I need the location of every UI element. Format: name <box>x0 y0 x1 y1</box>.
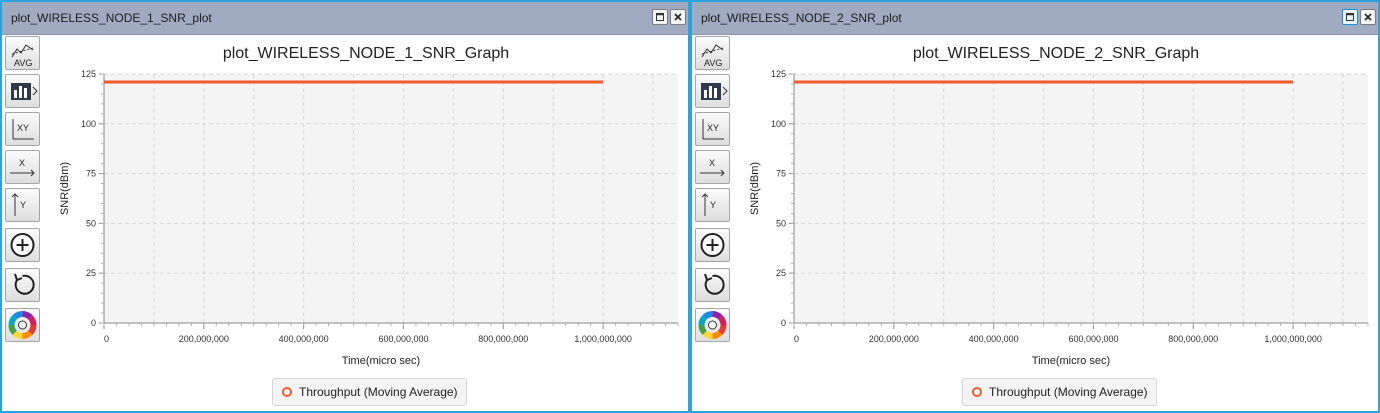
xy-axis-button[interactable]: XY <box>695 112 730 146</box>
plot-area <box>794 74 1368 323</box>
avg-icon: AVG <box>701 44 724 68</box>
close-button[interactable] <box>1360 9 1376 25</box>
zoom-in-icon <box>700 233 725 257</box>
color-wheel-icon <box>8 311 37 339</box>
y-tick-label: 50 <box>86 218 96 228</box>
avg-button[interactable]: AVG <box>5 36 40 70</box>
y-label: Y <box>710 200 716 210</box>
y-tick-label: 125 <box>771 69 786 79</box>
x-tick-label: 200,000,000 <box>179 334 229 344</box>
x-axis-icon: X <box>10 158 35 177</box>
chart-svg: plot_WIRELESS_NODE_2_SNR_Graph 0 25 50 75 100… <box>749 45 1369 367</box>
xy-label: XY <box>17 123 29 133</box>
x-tick-label: 0 <box>104 334 109 344</box>
xy-axis-icon: XY <box>702 119 724 140</box>
xy-label: XY <box>707 123 719 133</box>
window-title: plot_WIRELESS_NODE_1_SNR_plot <box>11 11 212 25</box>
y-tick-label: 125 <box>81 69 96 79</box>
y-tick-label: 100 <box>81 119 96 129</box>
x-tick-label: 400,000,000 <box>279 334 329 344</box>
x-label: X <box>19 158 25 168</box>
x-axis-button[interactable]: X <box>695 150 730 184</box>
legend-marker-icon <box>972 387 982 397</box>
x-label: X <box>709 158 715 168</box>
avg-icon: AVG <box>11 44 34 68</box>
reset-button[interactable] <box>695 268 730 302</box>
x-tick-label: 800,000,000 <box>1168 334 1218 344</box>
snr-chart: plot_WIRELESS_NODE_2_SNR_Graph 0 25 50 75 100… <box>734 35 1378 411</box>
x-tick-label: 800,000,000 <box>478 334 528 344</box>
window-title: plot_WIRELESS_NODE_2_SNR_plot <box>701 11 902 25</box>
maximize-button[interactable] <box>1342 9 1358 25</box>
x-tick-label: 1,000,000,000 <box>1264 334 1322 344</box>
y-axis-icon: Y <box>701 193 716 216</box>
legend-label: Throughput (Moving Average) <box>989 385 1148 399</box>
plot-window-node-1: plot_WIRELESS_NODE_1_SNR_plot AVG XY X Y… <box>0 0 690 413</box>
legend-item[interactable]: Throughput (Moving Average) <box>272 378 467 406</box>
y-axis-label: SNR(dBm) <box>59 162 71 215</box>
zoom-in-button[interactable] <box>5 228 40 262</box>
y-axis-label: SNR(dBm) <box>749 162 761 215</box>
snr-chart: plot_WIRELESS_NODE_1_SNR_Graph 0 25 50 75 100… <box>44 35 688 411</box>
legend-item[interactable]: Throughput (Moving Average) <box>962 378 1157 406</box>
x-tick-label: 400,000,000 <box>969 334 1019 344</box>
x-tick-label: 0 <box>794 334 799 344</box>
plot-window-node-2: plot_WIRELESS_NODE_2_SNR_plot AVG XY X Y… <box>690 0 1380 413</box>
chart-title: plot_WIRELESS_NODE_1_SNR_Graph <box>223 45 509 62</box>
color-wheel-icon <box>698 311 727 339</box>
close-icon <box>1364 13 1372 21</box>
zoom-in-icon <box>10 233 35 257</box>
avg-label: AVG <box>704 58 722 68</box>
y-tick-label: 75 <box>86 169 96 179</box>
xy-axis-icon: XY <box>12 119 34 140</box>
maximize-icon <box>656 13 664 21</box>
bar-chart-button[interactable] <box>695 74 730 108</box>
close-button[interactable] <box>670 9 686 25</box>
y-tick-label: 25 <box>776 268 786 278</box>
maximize-button[interactable] <box>652 9 668 25</box>
legend-marker-icon <box>282 387 292 397</box>
chart-title: plot_WIRELESS_NODE_2_SNR_Graph <box>913 45 1199 62</box>
maximize-icon <box>1346 13 1354 21</box>
color-picker-button[interactable] <box>5 308 40 342</box>
bar-chart-icon <box>11 83 38 100</box>
color-picker-button[interactable] <box>695 308 730 342</box>
bar-chart-button[interactable] <box>5 74 40 108</box>
y-tick-label: 25 <box>86 268 96 278</box>
reset-button[interactable] <box>5 268 40 302</box>
y-axis-icon: Y <box>11 193 26 216</box>
xy-axis-button[interactable]: XY <box>5 112 40 146</box>
zoom-in-button[interactable] <box>695 228 730 262</box>
close-icon <box>674 13 682 21</box>
y-tick-label: 0 <box>91 318 96 328</box>
reset-icon <box>14 273 35 295</box>
bar-chart-icon <box>701 83 728 100</box>
y-label: Y <box>20 200 26 210</box>
x-tick-label: 600,000,000 <box>1068 334 1118 344</box>
y-axis-button[interactable]: Y <box>695 188 730 222</box>
y-tick-label: 100 <box>771 119 786 129</box>
window-titlebar[interactable]: plot_WIRELESS_NODE_1_SNR_plot <box>2 2 688 35</box>
y-tick-label: 0 <box>781 318 786 328</box>
y-axis-button[interactable]: Y <box>5 188 40 222</box>
x-axis-label: Time(micro sec) <box>1032 355 1110 367</box>
avg-button[interactable]: AVG <box>695 36 730 70</box>
avg-label: AVG <box>14 58 32 68</box>
reset-icon <box>704 273 725 295</box>
x-tick-label: 1,000,000,000 <box>574 334 632 344</box>
chart-svg: plot_WIRELESS_NODE_1_SNR_Graph 0 25 50 75 100… <box>59 45 679 367</box>
y-tick-label: 50 <box>776 218 786 228</box>
x-axis-icon: X <box>700 158 725 177</box>
x-axis-button[interactable]: X <box>5 150 40 184</box>
x-tick-label: 200,000,000 <box>869 334 919 344</box>
window-titlebar[interactable]: plot_WIRELESS_NODE_2_SNR_plot <box>692 2 1378 35</box>
y-tick-label: 75 <box>776 169 786 179</box>
plot-area <box>104 74 678 323</box>
x-tick-label: 600,000,000 <box>378 334 428 344</box>
legend-label: Throughput (Moving Average) <box>299 385 458 399</box>
x-axis-label: Time(micro sec) <box>342 355 420 367</box>
